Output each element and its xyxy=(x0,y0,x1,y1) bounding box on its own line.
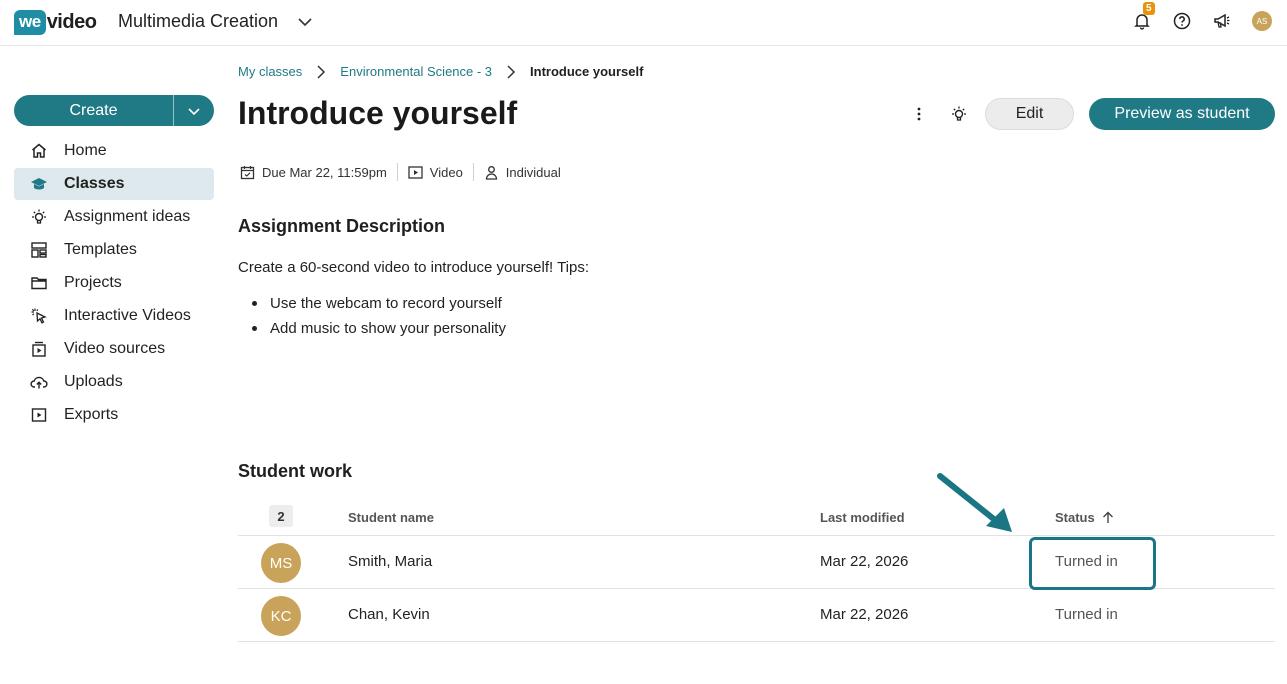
arrow-up-icon xyxy=(1102,511,1113,523)
video-source-icon xyxy=(32,341,46,357)
count-badge: 2 xyxy=(269,505,293,527)
video-icon xyxy=(408,165,423,179)
list-item: Use the webcam to record yourself xyxy=(252,291,506,316)
student-name[interactable]: Chan, Kevin xyxy=(348,606,430,623)
column-status-label: Status xyxy=(1055,510,1095,525)
column-status[interactable]: Status xyxy=(1055,510,1114,525)
assignment-mode: Individual xyxy=(505,164,561,180)
cursor-click-icon xyxy=(31,308,47,324)
sidebar-item-classes[interactable]: Classes xyxy=(14,168,214,200)
sidebar-item-assignment-ideas[interactable]: Assignment ideas xyxy=(14,201,214,233)
home-icon xyxy=(32,143,46,158)
create-button[interactable]: Create xyxy=(14,95,214,126)
assignment-meta: Due Mar 22, 11:59pm Video Individual xyxy=(240,162,561,182)
sidebar-item-video-sources[interactable]: Video sources xyxy=(14,333,214,365)
user-avatar: AS xyxy=(1252,11,1272,31)
sidebar-item-label: Uploads xyxy=(64,373,123,390)
chevron-right-icon xyxy=(507,64,516,79)
export-icon xyxy=(31,408,47,422)
user-menu-button[interactable]: AS xyxy=(1251,10,1273,32)
divider xyxy=(396,163,398,181)
templates-icon xyxy=(31,242,47,258)
more-options-button[interactable] xyxy=(905,100,933,128)
cloud-upload-icon xyxy=(30,376,48,389)
avatar: MS xyxy=(261,543,301,583)
sidebar-item-label: Classes xyxy=(64,175,125,192)
folder-icon xyxy=(31,277,47,290)
annotation-arrow-icon xyxy=(937,473,1012,532)
logo-badge: we xyxy=(14,9,46,35)
breadcrumb-class[interactable]: Environmental Science - 3 xyxy=(340,64,492,79)
avatar: KC xyxy=(261,596,301,636)
table-header: 2 Student name Last modified Status xyxy=(238,502,1275,536)
breadcrumb-my-classes[interactable]: My classes xyxy=(238,64,302,79)
sidebar-item-label: Templates xyxy=(64,241,137,258)
sidebar-item-templates[interactable]: Templates xyxy=(14,234,214,266)
graduation-cap-icon xyxy=(31,178,47,190)
sidebar-item-label: Exports xyxy=(64,406,119,423)
preview-as-student-button[interactable]: Preview as student xyxy=(1089,98,1275,130)
due-date: Due Mar 22, 11:59pm xyxy=(262,164,387,180)
sidebar-item-uploads[interactable]: Uploads xyxy=(14,366,214,398)
edit-button[interactable]: Edit xyxy=(985,98,1074,130)
last-modified: Mar 22, 2026 xyxy=(820,553,909,570)
divider xyxy=(472,163,474,181)
wevideo-logo[interactable]: we video xyxy=(14,6,97,38)
lightbulb-icon xyxy=(952,106,966,121)
sidebar-item-label: Interactive Videos xyxy=(64,307,191,324)
tip-text: Use the webcam to record yourself xyxy=(270,295,502,312)
sidebar-item-interactive-videos[interactable]: Interactive Videos xyxy=(14,300,214,332)
student-work-title: Student work xyxy=(238,461,353,481)
lightbulb-icon xyxy=(32,209,46,224)
notifications-button[interactable]: 5 xyxy=(1131,2,1155,32)
sidebar-item-label: Assignment ideas xyxy=(64,208,191,225)
sidebar-item-label: Projects xyxy=(64,274,122,291)
tip-text: Add music to show your personality xyxy=(270,320,506,337)
calendar-icon xyxy=(240,165,255,179)
chevron-down-icon[interactable] xyxy=(296,13,314,31)
more-vertical-icon xyxy=(917,107,921,121)
annotation-highlight-box xyxy=(1029,537,1156,590)
page-title: Introduce yourself xyxy=(238,95,518,131)
assignment-type: Video xyxy=(429,164,463,180)
assignment-actions: Edit Preview as student xyxy=(905,98,1275,130)
chevron-down-icon xyxy=(188,107,200,115)
column-last-modified[interactable]: Last modified xyxy=(820,510,905,525)
top-bar: we video Multimedia Creation 5 AS xyxy=(0,0,1287,46)
announcements-button[interactable] xyxy=(1211,10,1233,32)
megaphone-icon xyxy=(1214,13,1230,28)
person-icon xyxy=(485,165,497,180)
notification-badge: 5 xyxy=(1143,2,1155,15)
help-icon xyxy=(1173,12,1191,30)
description-text: Create a 60-second video to introduce yo… xyxy=(238,259,590,276)
status-text: Turned in xyxy=(1055,606,1118,623)
table-row[interactable]: KC Chan, Kevin Mar 22, 2026 Turned in xyxy=(238,589,1275,642)
column-student-name[interactable]: Student name xyxy=(348,510,434,525)
sidebar-nav: Home Classes Assignment ideas Templates … xyxy=(14,135,214,432)
logo-text: video xyxy=(46,10,97,33)
sidebar-item-label: Home xyxy=(64,142,107,159)
help-button[interactable] xyxy=(1171,10,1193,32)
app-title[interactable]: Multimedia Creation xyxy=(118,11,278,32)
list-item: Add music to show your personality xyxy=(252,316,506,341)
sidebar-item-label: Video sources xyxy=(64,340,166,357)
create-dropdown-button[interactable] xyxy=(174,95,214,126)
create-button-label[interactable]: Create xyxy=(14,95,174,126)
ideas-button[interactable] xyxy=(945,100,973,128)
sidebar-item-home[interactable]: Home xyxy=(14,135,214,167)
sidebar-item-projects[interactable]: Projects xyxy=(14,267,214,299)
last-modified: Mar 22, 2026 xyxy=(820,606,909,623)
tips-list: Use the webcam to record yourself Add mu… xyxy=(252,291,506,341)
breadcrumb: My classes Environmental Science - 3 Int… xyxy=(238,64,643,79)
description-title: Assignment Description xyxy=(238,216,446,236)
student-name[interactable]: Smith, Maria xyxy=(348,553,432,570)
chevron-right-icon xyxy=(317,64,326,79)
sidebar-item-exports[interactable]: Exports xyxy=(14,399,214,431)
breadcrumb-current: Introduce yourself xyxy=(530,64,644,79)
